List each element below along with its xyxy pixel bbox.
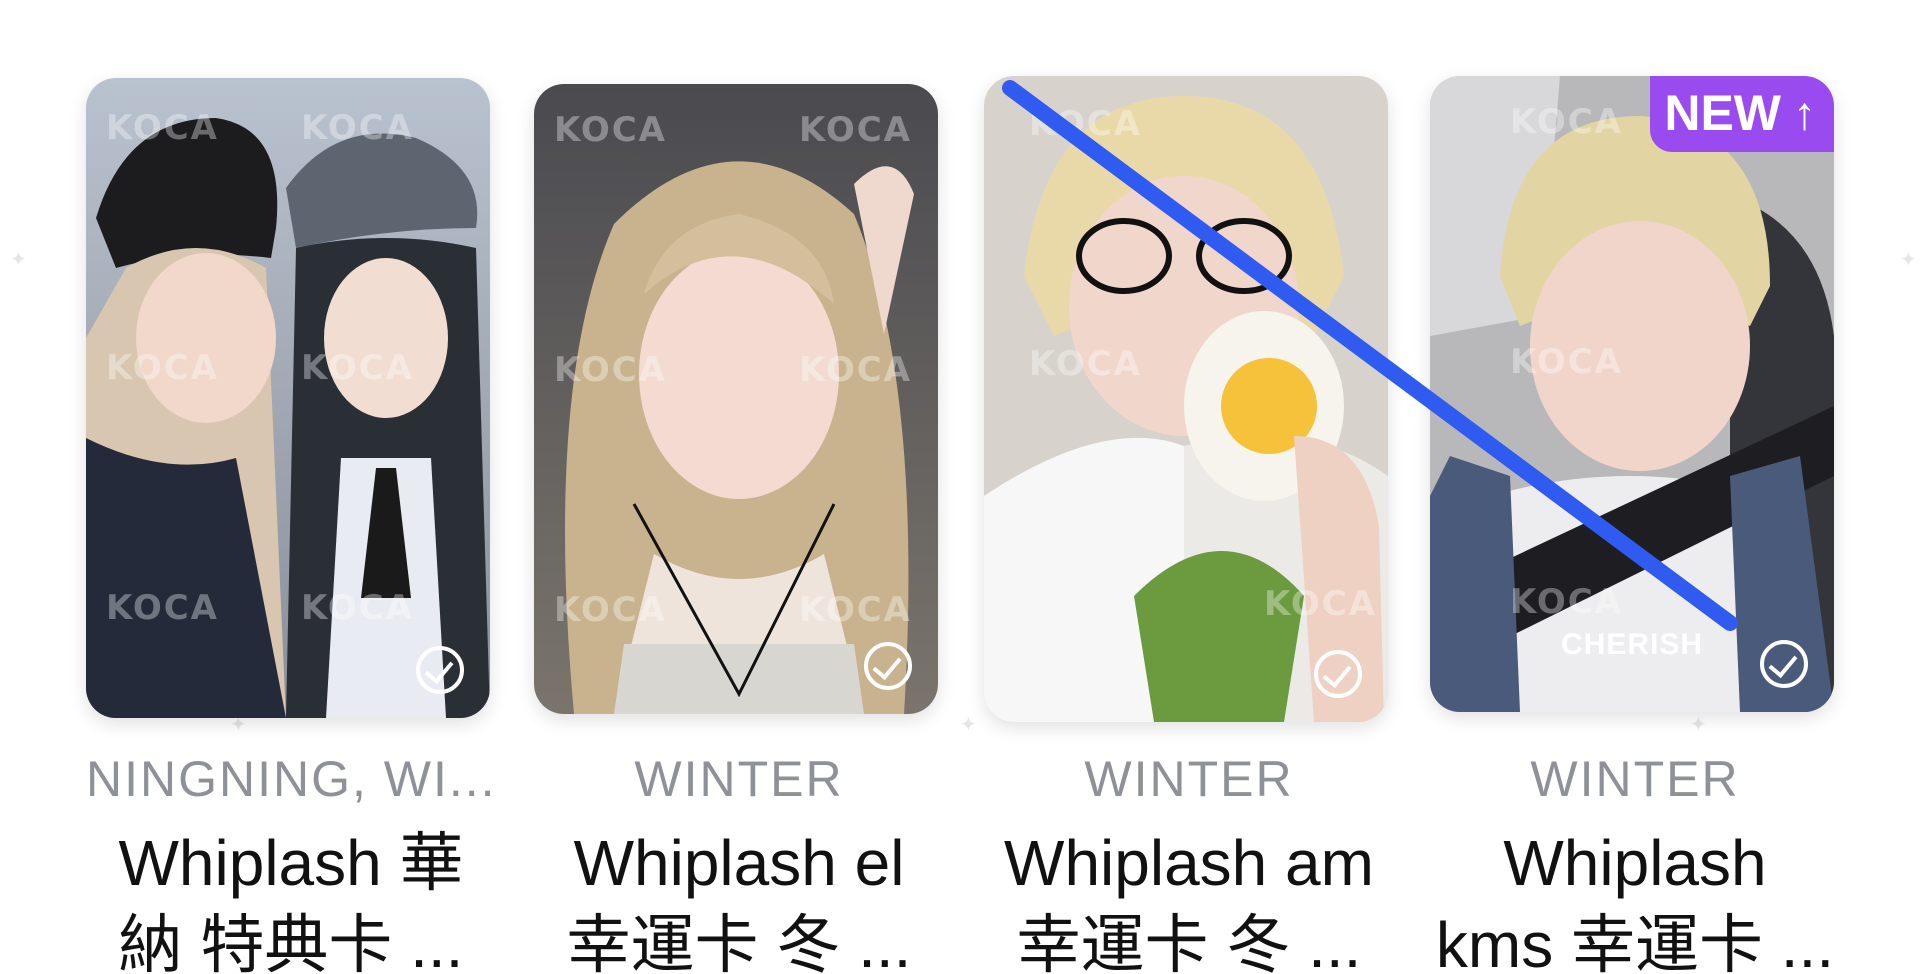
- sparkle-decoration: ✦: [10, 249, 27, 271]
- watermark: KOCA: [1510, 102, 1623, 142]
- sparkle-decoration: ✦: [1900, 249, 1917, 271]
- checkmark-circle-icon[interactable]: [416, 646, 464, 694]
- checkmark-circle-icon[interactable]: [1760, 640, 1808, 688]
- watermark: KOCA: [106, 348, 219, 388]
- watermark: KOCA: [1029, 104, 1142, 144]
- checkmark-circle-icon[interactable]: [864, 642, 912, 690]
- photocard-image[interactable]: KOCA KOCA KOCA KOCA KOCA KOCA: [86, 78, 490, 718]
- watermark: KOCA: [554, 350, 667, 390]
- sparkle-decoration: ✦: [960, 714, 977, 736]
- watermark: KOCA: [1510, 342, 1623, 382]
- watermark: KOCA: [1264, 584, 1377, 624]
- new-badge-label: NEW: [1664, 85, 1781, 141]
- watermark: KOCA: [799, 350, 912, 390]
- photocard-item[interactable]: KOCA KOCA KOCA WINTER Whiplash am 幸運卡 冬 …: [984, 0, 1394, 974]
- watermark: KOCA: [799, 590, 912, 630]
- watermark: KOCA: [799, 110, 912, 150]
- watermark: KOCA: [1029, 344, 1142, 384]
- card-member-name: WINTER: [1530, 751, 1740, 807]
- card-member-name: WINTER: [634, 751, 844, 807]
- photocard-image[interactable]: KOCA KOCA KOCA: [984, 76, 1388, 722]
- photocard-item[interactable]: KOCA KOCA KOCA NEW ↑ CHERISH WINTER Whip…: [1430, 0, 1840, 974]
- card-title[interactable]: Whiplash 華 納 特典卡 ...: [86, 822, 496, 974]
- photocard-image[interactable]: KOCA KOCA KOCA NEW ↑ CHERISH: [1430, 76, 1834, 712]
- card-member-name: WINTER: [1084, 751, 1294, 807]
- card-title[interactable]: Whiplash el 幸運卡 冬 ...: [534, 822, 944, 974]
- card-member-name: NINGNING, WI...: [86, 751, 496, 807]
- watermark: KOCA: [106, 108, 219, 148]
- photocard-item[interactable]: KOCA KOCA KOCA KOCA KOCA KOCA NINGNING, …: [86, 0, 496, 974]
- photocard-item[interactable]: KOCA KOCA KOCA KOCA KOCA KOCA WINTER Whi…: [534, 0, 944, 974]
- watermark: KOCA: [1510, 582, 1623, 622]
- card-title[interactable]: Whiplash kms 幸運卡 ...: [1430, 822, 1840, 974]
- photocard-grid: ✦ ✦ ✦ ✦ ✦ KOCA KOCA KOCA KOCA KOCA KOCA …: [0, 0, 1920, 974]
- arrow-up-icon: ↑: [1793, 87, 1816, 139]
- card-title[interactable]: Whiplash am 幸運卡 冬 ...: [984, 822, 1394, 974]
- watermark: KOCA: [301, 588, 414, 628]
- watermark: KOCA: [554, 110, 667, 150]
- watermark: KOCA: [301, 348, 414, 388]
- watermark: KOCA: [554, 590, 667, 630]
- photocard-image[interactable]: KOCA KOCA KOCA KOCA KOCA KOCA: [534, 84, 938, 714]
- new-badge: NEW ↑: [1650, 76, 1834, 152]
- watermark: KOCA: [106, 588, 219, 628]
- checkmark-circle-icon[interactable]: [1314, 650, 1362, 698]
- watermark: KOCA: [301, 108, 414, 148]
